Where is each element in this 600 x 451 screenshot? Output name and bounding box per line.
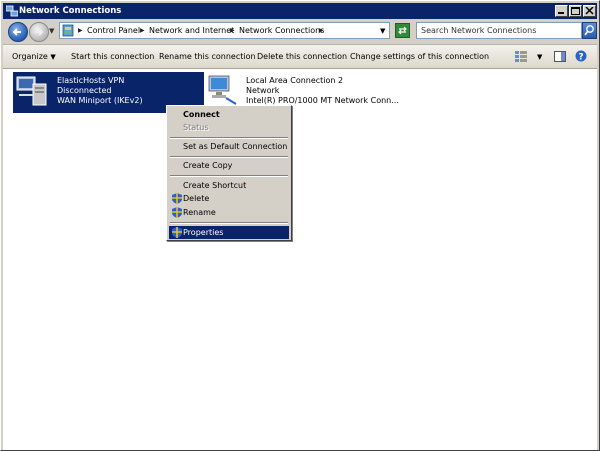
search-input[interactable]: Search Network Connections <box>416 22 582 39</box>
breadcrumb-arrow[interactable]: ▶ <box>230 25 235 37</box>
vpn-connection-icon <box>16 76 47 106</box>
command-toolbar: Organize ▼ Start this connection Rename … <box>3 44 597 69</box>
views-dropdown-icon[interactable]: ▼ <box>537 45 542 69</box>
chevron-down-icon: ▼ <box>50 53 56 61</box>
shield-icon <box>172 193 182 204</box>
menu-item-connect[interactable]: Connect <box>169 108 289 121</box>
svg-text:?: ? <box>578 53 583 63</box>
close-icon <box>585 7 594 15</box>
close-button[interactable] <box>583 5 596 17</box>
menu-item-label: Delete <box>183 194 210 203</box>
breadcrumb-arrow[interactable]: ▶ <box>78 25 83 37</box>
organize-menu[interactable]: Organize ▼ <box>12 45 56 69</box>
address-dropdown[interactable]: ▼ <box>380 25 385 37</box>
breadcrumb-network-connections[interactable]: Network Connections <box>239 25 324 37</box>
forward-arrow-icon <box>35 28 44 36</box>
organize-label: Organize <box>12 52 48 61</box>
search-icon <box>584 25 594 36</box>
minimize-icon <box>558 12 564 14</box>
menu-item-delete[interactable]: Delete <box>169 192 289 205</box>
rename-connection-button[interactable]: Rename this connection <box>159 45 256 69</box>
minimize-button[interactable] <box>555 5 568 17</box>
window-title: Network Connections <box>19 6 122 16</box>
address-row: ▼ ▶ Control Panel ▶ Network and Internet… <box>3 19 597 43</box>
menu-item-status: Status <box>183 123 209 132</box>
help-icon[interactable]: ? <box>575 50 587 62</box>
explorer-window: Network Connections ▼ ▶ Control Panel ▶ … <box>0 0 600 451</box>
shield-icon <box>172 227 182 238</box>
address-bar[interactable]: ▶ Control Panel ▶ Network and Internet ▶… <box>59 22 390 39</box>
lan-connection-icon <box>208 75 237 105</box>
back-arrow-icon <box>12 28 21 36</box>
title-bar[interactable]: Network Connections <box>3 3 597 19</box>
menu-item-create-copy[interactable]: Create Copy <box>169 159 289 172</box>
refresh-button[interactable] <box>395 23 410 38</box>
views-icon[interactable] <box>515 51 527 62</box>
change-settings-button[interactable]: Change settings of this connection <box>350 45 489 69</box>
refresh-icon <box>398 26 407 35</box>
menu-separator <box>170 156 288 158</box>
connection-device: WAN Miniport (IKEv2) <box>57 96 143 105</box>
preview-pane-icon[interactable] <box>554 51 566 62</box>
breadcrumb-arrow[interactable]: ▶ <box>140 25 145 37</box>
connection-name: ElasticHosts VPN <box>57 76 125 85</box>
breadcrumb-arrow[interactable]: ▶ <box>319 25 324 37</box>
delete-connection-button[interactable]: Delete this connection <box>257 45 347 69</box>
menu-item-rename[interactable]: Rename <box>169 206 289 219</box>
context-menu: Connect Status Set as Default Connection… <box>166 105 292 241</box>
menu-separator <box>170 175 288 177</box>
recent-pages-dropdown[interactable]: ▼ <box>49 27 54 35</box>
breadcrumb-network-and-internet[interactable]: Network and Internet <box>149 25 234 37</box>
menu-item-create-shortcut[interactable]: Create Shortcut <box>169 179 289 192</box>
back-button[interactable] <box>8 22 28 42</box>
connections-list: ElasticHosts VPN Disconnected WAN Minipo… <box>3 69 597 450</box>
connection-name: Local Area Connection 2 <box>246 76 344 85</box>
maximize-button[interactable] <box>569 5 582 17</box>
menu-item-properties[interactable]: Properties <box>169 226 289 239</box>
breadcrumb-control-panel[interactable]: Control Panel <box>87 25 140 37</box>
menu-separator <box>170 222 288 224</box>
maximize-icon <box>571 7 580 15</box>
search-button[interactable] <box>582 22 597 39</box>
forward-button[interactable] <box>29 22 49 42</box>
connection-status: Disconnected <box>57 86 112 95</box>
start-connection-button[interactable]: Start this connection <box>71 45 154 69</box>
connection-status: Network <box>246 86 280 95</box>
menu-separator <box>170 137 288 139</box>
menu-item-label: Properties <box>183 228 224 237</box>
network-connections-icon <box>6 5 18 17</box>
control-panel-icon <box>62 24 74 37</box>
shield-icon <box>172 207 182 218</box>
menu-item-label: Rename <box>183 208 216 217</box>
menu-item-set-default[interactable]: Set as Default Connection <box>169 140 289 153</box>
